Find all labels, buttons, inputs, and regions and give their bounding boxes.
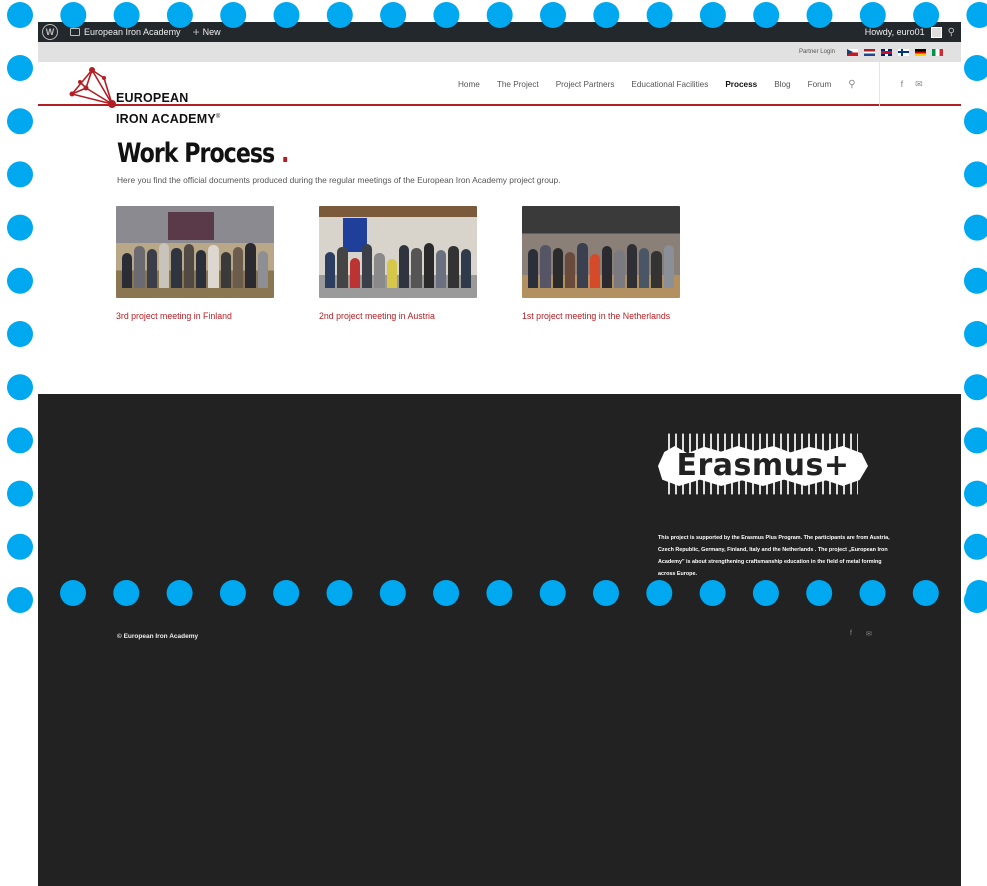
wordpress-logo-icon[interactable]: W (42, 24, 58, 40)
footer-description: This project is supported by the Erasmus… (658, 535, 890, 577)
decorative-dot (964, 533, 987, 560)
partner-login-link[interactable]: Partner Login (799, 49, 835, 55)
decorative-dot (964, 321, 987, 347)
admin-new-button[interactable]: + New (193, 25, 221, 39)
footer-facebook-icon[interactable]: f (850, 630, 852, 638)
decorative-dot (7, 267, 33, 294)
decorative-dot (7, 427, 33, 454)
decorative-dot (966, 580, 987, 606)
decorative-dot (7, 533, 33, 560)
card-caption[interactable]: 3rd project meeting in Finland (116, 309, 274, 324)
footer-mail-icon[interactable]: ✉ (866, 630, 872, 638)
nav-item-process[interactable]: Process (725, 80, 757, 89)
flag-gb-icon[interactable] (881, 48, 892, 56)
decorative-dot (964, 55, 987, 81)
avatar[interactable] (930, 26, 942, 38)
flag-it-icon[interactable] (932, 48, 943, 56)
plus-icon: + (192, 25, 200, 39)
admin-search-icon[interactable]: ⚲ (948, 27, 955, 38)
nav-item-home[interactable]: Home (458, 80, 480, 89)
main-nav: Home The Project Project Partners Educat… (458, 62, 923, 106)
decorative-dot (964, 214, 987, 241)
decorative-dot (964, 480, 987, 507)
decorative-dot (7, 587, 33, 613)
admin-site-link[interactable]: European Iron Academy (70, 27, 181, 37)
site-logo[interactable]: EUROPEAN IRON ACADEMY® (68, 64, 228, 126)
admin-site-name: European Iron Academy (84, 27, 181, 37)
card-caption[interactable]: 2nd project meeting in Austria (319, 309, 477, 324)
flag-fi-icon[interactable] (898, 48, 909, 56)
nav-item-educational-facilities[interactable]: Educational Facilities (631, 80, 708, 89)
facebook-icon[interactable]: f (901, 79, 904, 90)
card-caption[interactable]: 1st project meeting in the Netherlands (522, 309, 680, 324)
nav-item-blog[interactable]: Blog (774, 80, 790, 89)
admin-greeting[interactable]: Howdy, euro01 (865, 27, 925, 37)
nav-divider (878, 62, 880, 106)
search-icon[interactable]: ⚲ (848, 79, 855, 90)
page-title: Work Process . (117, 138, 289, 169)
nav-item-project-partners[interactable]: Project Partners (556, 80, 615, 89)
mail-icon[interactable]: ✉ (915, 79, 923, 90)
decorative-dot (7, 161, 33, 188)
decorative-dot (964, 161, 987, 188)
photo-netherlands-meeting[interactable] (522, 206, 680, 298)
erasmus-plus-logo: Erasmus+ (658, 426, 868, 502)
flag-de-icon[interactable] (915, 48, 926, 56)
site-footer: Erasmus+ This project is supported by th… (38, 394, 961, 886)
decorative-dot (7, 2, 33, 28)
logo-line-2: IRON ACADEMY® (116, 112, 221, 126)
card-finland[interactable]: 3rd project meeting in Finland (116, 206, 274, 324)
title-dot: . (280, 138, 289, 169)
logo-line-1: EUROPEAN (116, 91, 189, 105)
decorative-dot (7, 321, 33, 347)
site-header: EUROPEAN IRON ACADEMY® Home The Project … (38, 62, 961, 126)
flag-nl-icon[interactable] (864, 48, 875, 56)
registered-mark: ® (215, 113, 221, 120)
flag-cz-icon[interactable] (847, 48, 858, 56)
photo-austria-meeting[interactable] (319, 206, 477, 298)
decorative-dot (966, 2, 987, 28)
erasmus-logo-text: Erasmus+ (676, 448, 850, 483)
card-austria[interactable]: 2nd project meeting in Austria (319, 206, 477, 324)
decorative-dot (7, 108, 33, 135)
decorative-dot (7, 214, 33, 241)
decorative-dot (964, 108, 987, 135)
top-bar: Partner Login (38, 42, 961, 62)
card-netherlands[interactable]: 1st project meeting in the Netherlands (522, 206, 680, 324)
footer-copyright: © European Iron Academy (117, 633, 199, 640)
home-icon (70, 28, 80, 36)
admin-bar: W European Iron Academy + New Howdy, eur… (38, 22, 961, 42)
admin-new-label: New (202, 27, 221, 37)
decorative-dot (7, 55, 33, 81)
page-subtitle: Here you find the official documents pro… (117, 175, 561, 185)
decorative-dot (7, 480, 33, 507)
decorative-dot (964, 427, 987, 454)
photo-finland-meeting[interactable] (116, 206, 274, 298)
nav-item-forum[interactable]: Forum (808, 80, 832, 89)
decorative-dot (964, 374, 987, 401)
decorative-dot (964, 587, 987, 613)
decorative-dot (964, 267, 987, 294)
nav-item-the-project[interactable]: The Project (497, 80, 539, 89)
decorative-dot (7, 374, 33, 401)
